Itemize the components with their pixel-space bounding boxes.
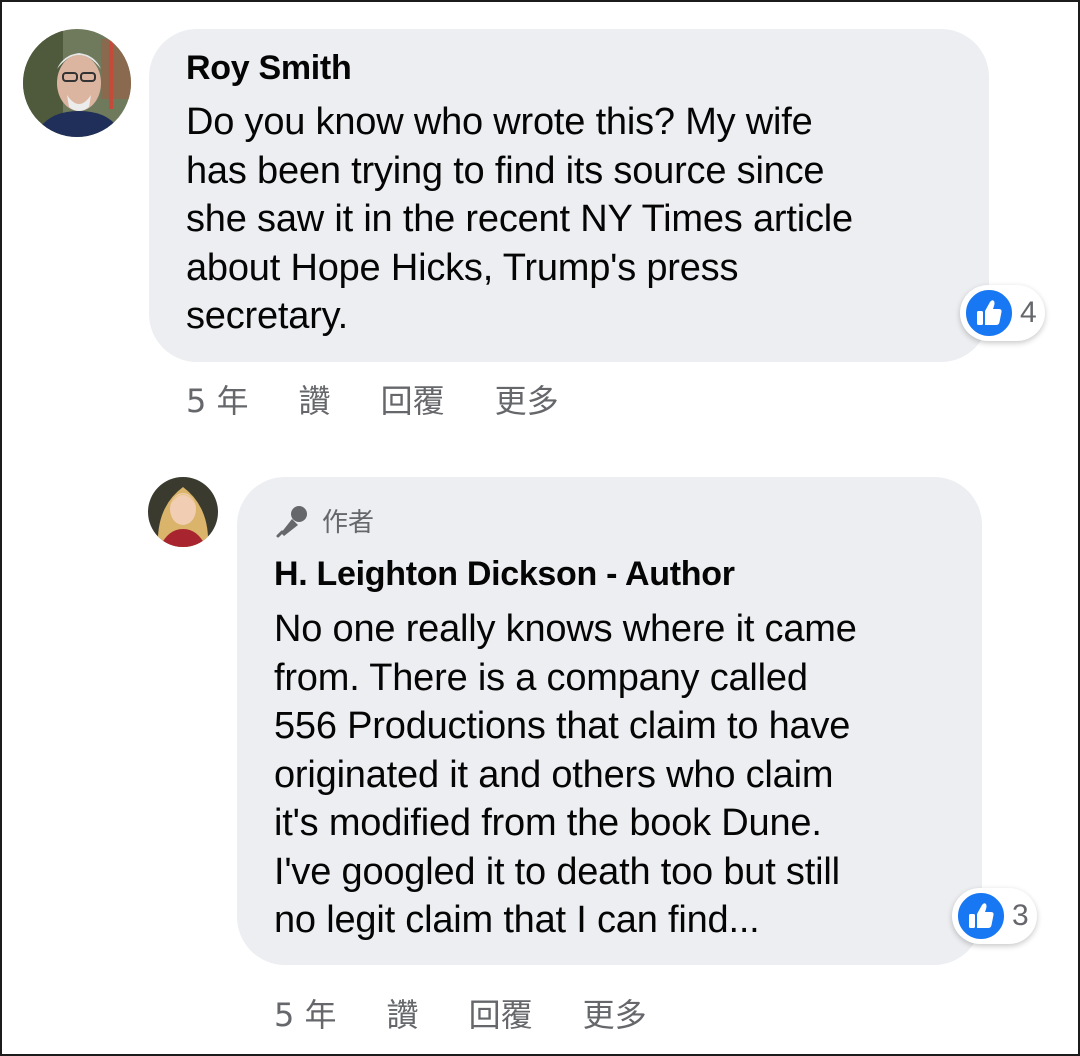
comment-author-name[interactable]: H. Leighton Dickson - Author [274,555,735,594]
microphone-icon [276,505,307,537]
comment-text-line: No one really knows where it came [274,608,857,650]
comment-actions: 5 年 讚 回覆 更多 [186,376,609,422]
author-badge-label: 作者 [322,508,375,538]
comment-text-line: has been trying to find its source since [186,149,825,192]
reply-button[interactable]: 回覆 [381,376,445,422]
like-icon [956,891,1006,941]
comment-text: Do you know who wrote this? My wife has … [186,98,853,341]
reaction-count-badge[interactable]: 3 [952,888,1037,944]
like-button[interactable]: 讚 [299,376,331,422]
comment-text-line: from. There is a company called [274,656,808,699]
comment-timestamp[interactable]: 5 年 [274,990,337,1036]
reaction-count: 3 [1012,899,1029,932]
more-button[interactable]: 更多 [495,376,559,422]
comment-text-line: Do you know who wrote this? My wife [186,101,813,143]
reaction-count-badge[interactable]: 4 [960,285,1045,341]
comment-timestamp[interactable]: 5 年 [186,376,249,422]
comment-text-line: she saw it in the recent NY Times articl… [186,198,853,240]
avatar-roy-smith[interactable] [23,29,131,137]
avatar-h-leighton-dickson[interactable] [148,477,218,547]
comment-text-line: it's modified from the book Dune. [274,802,822,844]
comment-text-line: secretary. [186,295,349,337]
reply-button[interactable]: 回覆 [469,990,533,1036]
comment-author-name[interactable]: Roy Smith [186,49,352,88]
comment-text-line: 556 Productions that claim to have [274,705,851,747]
reaction-count: 4 [1020,296,1037,329]
comment-text-line: I've googled it to death too but still [274,850,840,893]
comment-actions: 5 年 讚 回覆 更多 [274,990,697,1036]
comment-text-line: originated it and others who claim [274,753,834,796]
like-icon [964,288,1014,338]
author-badge: 作者 [274,502,374,539]
like-button[interactable]: 讚 [387,990,419,1036]
comment-text-line: no legit claim that I can find... [274,899,760,941]
comment-text: No one really knows where it came from. … [274,605,857,945]
comment-text-line: about Hope Hicks, Trump's press [186,246,739,289]
more-button[interactable]: 更多 [583,990,647,1036]
